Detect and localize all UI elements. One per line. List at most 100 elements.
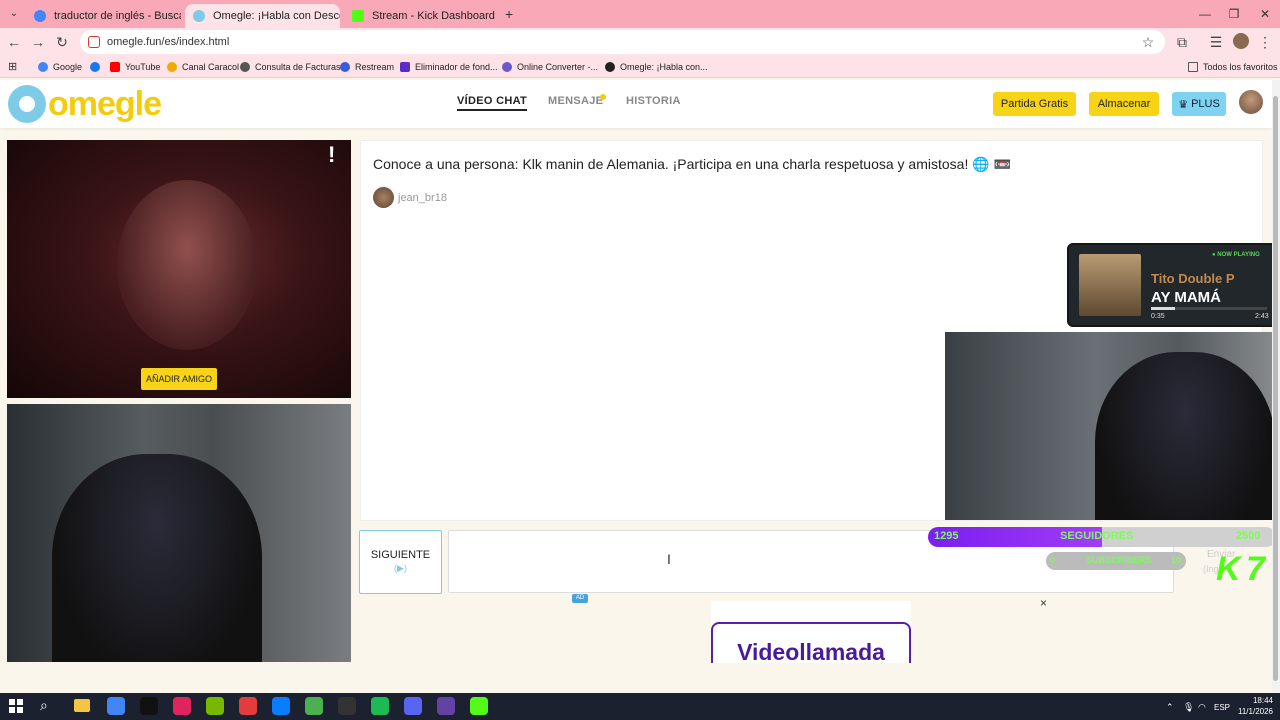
microphone-icon[interactable]: 🎙 [1183, 702, 1194, 713]
ad-videollamada[interactable]: Videollamada [711, 622, 911, 663]
kick-logo: K 7 [1216, 550, 1265, 588]
extensions-icon[interactable]: ⧉ [1172, 32, 1192, 52]
site-info-icon[interactable] [88, 36, 100, 48]
logo-text: omegle [48, 84, 162, 123]
restore-icon[interactable]: ❐ [1219, 4, 1249, 24]
now-playing-song: AY MAMÁ [1151, 289, 1222, 306]
tab-omegle[interactable]: Omegle: ¡Habla con Descon ◉ ✕ [185, 4, 340, 28]
omegle-logo[interactable]: omegle [8, 84, 162, 124]
report-icon[interactable]: ! [328, 142, 335, 168]
ad-close-icon[interactable]: × [1040, 596, 1047, 610]
all-bookmarks[interactable]: Todos los favoritos [1188, 59, 1278, 75]
windows-start-icon[interactable] [9, 699, 23, 713]
language-indicator[interactable]: ESP [1214, 703, 1230, 712]
taskbar-app-icon[interactable] [107, 697, 125, 715]
taskbar-app-icon[interactable] [371, 697, 389, 715]
apps-icon[interactable]: ⊞ [8, 60, 17, 73]
file-explorer-icon[interactable] [74, 699, 90, 712]
taskbar-app-icon[interactable] [470, 697, 488, 715]
nav-history[interactable]: HISTORIA [626, 95, 681, 107]
next-button[interactable]: SIGUIENTE (▶) [359, 530, 442, 594]
menu-icon[interactable]: ⋮ [1255, 32, 1275, 52]
taskbar-app-icon[interactable] [404, 697, 422, 715]
media-icon[interactable]: ☰ [1206, 32, 1226, 52]
next-shortcut: (▶) [394, 563, 407, 573]
window-close-icon[interactable]: ✕ [1250, 4, 1280, 24]
bookmark-facturas[interactable]: Consulta de Facturas [240, 59, 341, 75]
taskbar-app-icon[interactable] [239, 697, 257, 715]
user-avatar[interactable] [1239, 90, 1263, 114]
taskbar-app-icon[interactable] [437, 697, 455, 715]
scrollbar-thumb[interactable] [1273, 96, 1278, 681]
bookmark-label: Consulta de Facturas [255, 62, 341, 72]
taskbar-app-icon[interactable] [272, 697, 290, 715]
url-text: omegle.fun/es/index.html [107, 36, 230, 48]
streamer-figure [52, 454, 262, 662]
back-icon[interactable]: ← [4, 32, 24, 52]
chat-username: jean_br18 [398, 191, 447, 204]
bookmark-omegle[interactable]: Omegle: ¡Habla con... [605, 59, 708, 75]
self-video [7, 404, 351, 662]
now-playing-tag: ● NOW PLAYING [1212, 252, 1260, 258]
new-tab-icon[interactable]: + [505, 6, 513, 22]
google-icon [34, 10, 46, 22]
converter-icon [502, 62, 512, 72]
tab-kick[interactable]: Stream - Kick Dashboard ✕ [344, 4, 499, 28]
tab-label: Omegle: ¡Habla con Descon [213, 10, 340, 22]
bookmark-youtube[interactable]: YouTube [110, 59, 160, 75]
taskbar-app-icon[interactable] [338, 697, 356, 715]
forward-icon[interactable]: → [28, 32, 48, 52]
store-button[interactable]: Almacenar [1089, 92, 1159, 116]
followers-goal: 2500 [1236, 530, 1261, 542]
now-playing-widget: ● NOW PLAYING Tito Double P AY MAMÁ 0:35… [1067, 243, 1277, 327]
notification-dot [600, 94, 606, 100]
tab-label: Stream - Kick Dashboard [372, 10, 495, 22]
folder-icon [1188, 62, 1198, 72]
album-cover [1079, 254, 1141, 316]
nav-video-chat[interactable]: VÍDEO CHAT [457, 95, 528, 111]
taskbar-app-icon[interactable] [305, 697, 323, 715]
stranger-face [117, 180, 257, 350]
bookmark-label: Online Converter -... [517, 62, 599, 72]
windows-taskbar: ⌕ [0, 693, 1280, 720]
add-friend-button[interactable]: AÑADIR AMIGO [141, 368, 217, 390]
minimize-icon[interactable]: — [1190, 4, 1220, 24]
plus-button[interactable]: ♛ PLUS [1172, 92, 1226, 116]
tab-label: traductor de inglés - Buscar con [54, 10, 181, 22]
free-match-button[interactable]: Partida Gratis [993, 92, 1076, 116]
taskbar-app-icon[interactable] [173, 697, 191, 715]
bookmark-label: Omegle: ¡Habla con... [620, 62, 708, 72]
close-icon[interactable]: ✕ [495, 9, 499, 23]
wifi-icon[interactable]: ◠ [1198, 702, 1206, 713]
bookmark-caracol[interactable]: Canal Caracol [167, 59, 239, 75]
now-playing-time-current: 0:35 [1151, 313, 1165, 320]
reload-icon[interactable]: ↻ [52, 32, 72, 52]
tray-chevron-icon[interactable]: ⌃ [1166, 702, 1174, 713]
tab-search[interactable]: traductor de inglés - Buscar con ✕ [26, 4, 181, 28]
bookmark-google[interactable]: Google [38, 59, 82, 75]
taskbar-app-icon[interactable] [206, 697, 224, 715]
clock-date: 11/1/2026 [1238, 707, 1273, 716]
profile-avatar[interactable] [1233, 33, 1249, 49]
bookmark-eliminador[interactable]: Eliminador de fond... [400, 59, 498, 75]
bookmark-converter[interactable]: Online Converter -... [502, 59, 598, 75]
bookmark-restream[interactable]: Restream [340, 59, 394, 75]
clock[interactable]: 18:44 11/1/2026 [1238, 695, 1273, 717]
plus-label: PLUS [1191, 98, 1220, 110]
facebook-icon [90, 62, 100, 72]
search-icon[interactable]: ⌕ [40, 697, 48, 714]
tab-search-icon[interactable]: ⌄ [6, 6, 22, 22]
restream-icon [340, 62, 350, 72]
caracol-icon [167, 62, 177, 72]
tab-strip: ⌄ traductor de inglés - Buscar con ✕ Ome… [0, 0, 1280, 28]
taskbar-app-icon[interactable] [140, 697, 158, 715]
clock-time: 18:44 [1252, 696, 1273, 705]
url-field[interactable]: omegle.fun/es/index.html [80, 30, 1165, 54]
crown-icon: ♛ [1178, 98, 1189, 111]
now-playing-progress [1151, 307, 1175, 310]
bookmark-star-icon[interactable]: ☆ [1138, 32, 1158, 52]
subscribers-current: 0 [1050, 555, 1056, 565]
bookmark-facebook[interactable] [90, 59, 105, 75]
bookmark-label: Todos los favoritos [1203, 62, 1278, 72]
nav-message[interactable]: MENSAJE [548, 95, 603, 107]
